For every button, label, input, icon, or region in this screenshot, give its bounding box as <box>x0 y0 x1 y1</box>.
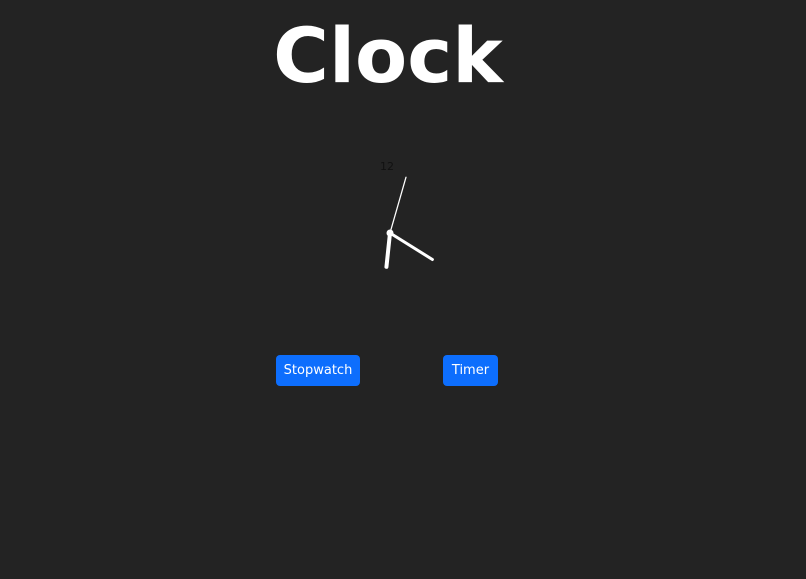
stopwatch-button[interactable]: Stopwatch <box>276 355 360 386</box>
minute-hand <box>384 231 392 269</box>
page-title: Clock <box>273 11 503 100</box>
timer-button[interactable]: Timer <box>443 355 498 386</box>
analog-clock: 12 <box>380 160 434 269</box>
clock-page: Clock 12 Stopwatch Timer <box>0 0 806 579</box>
clock-center-pin <box>386 229 394 237</box>
hour-hand <box>388 231 434 261</box>
clock-numeral-12: 12 <box>380 160 394 173</box>
second-hand <box>389 176 407 234</box>
